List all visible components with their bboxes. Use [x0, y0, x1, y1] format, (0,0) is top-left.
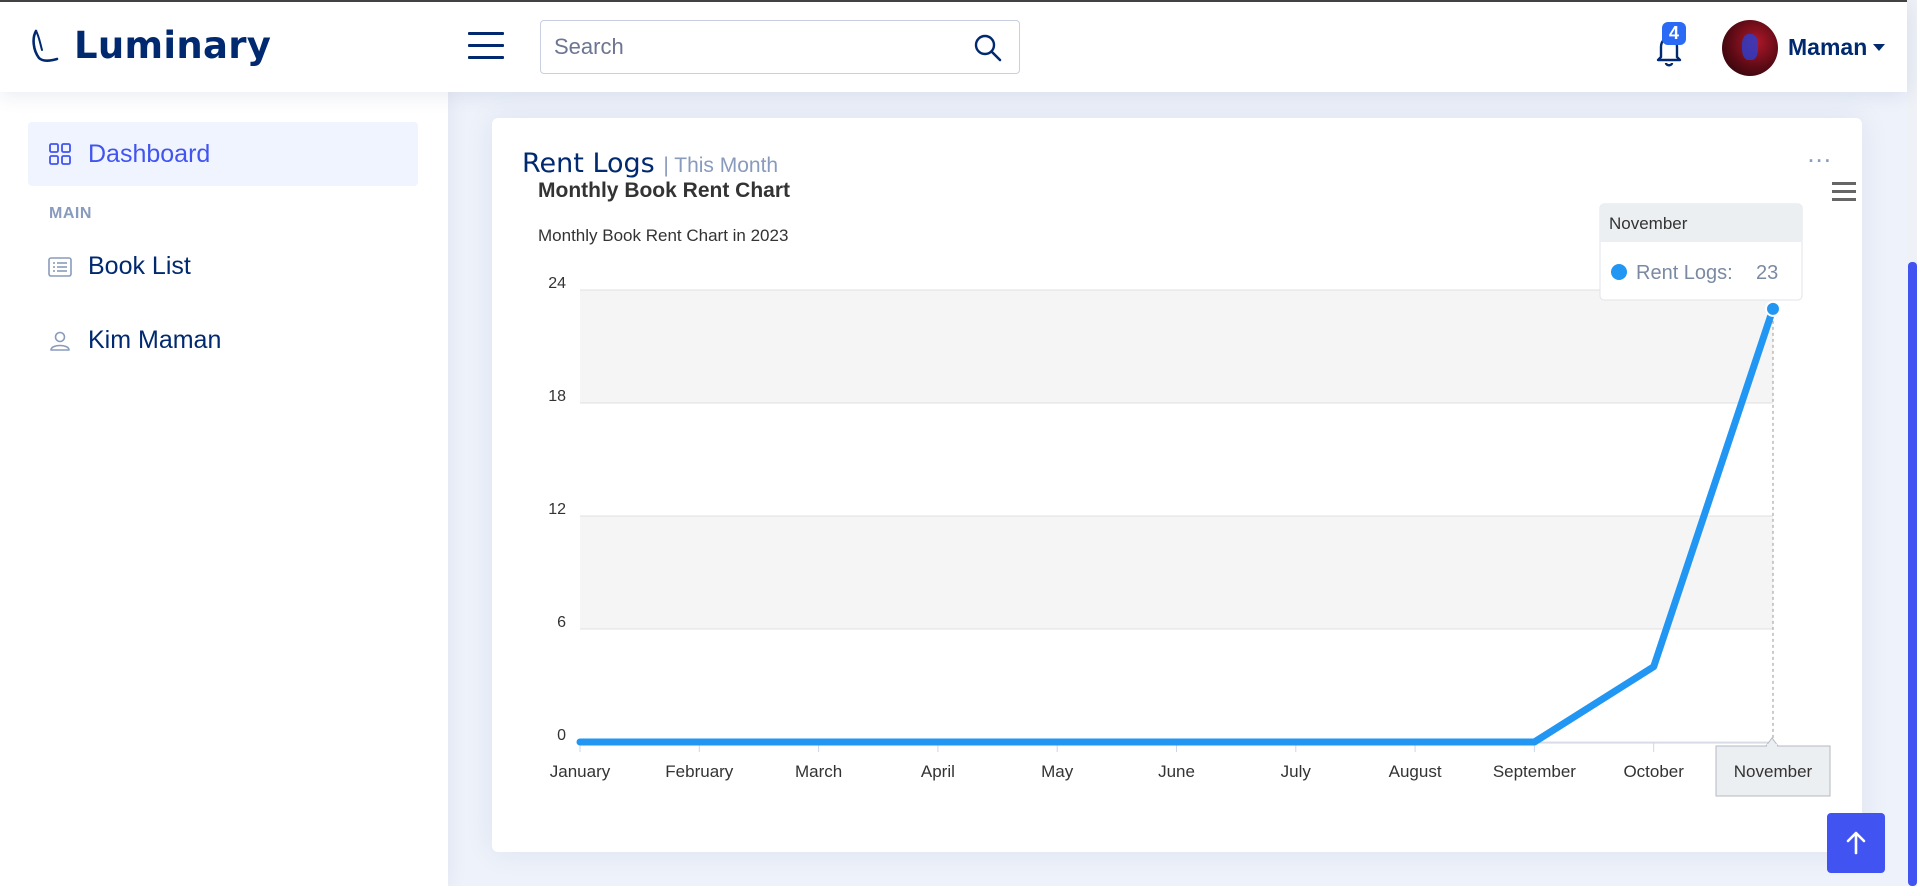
tooltip-header: November	[1609, 214, 1688, 233]
main-content: Rent Logs | This Month ... Monthly Book …	[448, 92, 1907, 886]
x-tick-label: May	[1041, 762, 1074, 781]
search-input[interactable]	[541, 21, 941, 73]
grid-icon	[49, 143, 71, 165]
x-tick-label: August	[1389, 762, 1442, 781]
x-tick-label: September	[1493, 762, 1576, 781]
logo[interactable]: Luminary	[30, 24, 271, 67]
y-tick-label: 6	[557, 614, 566, 631]
tooltip-series-marker	[1611, 264, 1627, 280]
notification-count-badge: 4	[1662, 22, 1687, 45]
rent-logs-card: Rent Logs | This Month ... Monthly Book …	[492, 118, 1862, 852]
sidebar-item-label: Book List	[88, 252, 191, 280]
arrow-up-icon	[1846, 831, 1866, 855]
sidebar-toggle-button[interactable]	[468, 32, 504, 62]
x-tick-label: June	[1158, 762, 1195, 781]
sidebar: Dashboard MAIN Book List Kim Maman	[0, 92, 448, 886]
data-point	[1765, 300, 1781, 317]
x-tick-label: April	[921, 762, 955, 781]
sidebar-item-dashboard[interactable]: Dashboard	[28, 122, 418, 186]
x-tick-label: January	[550, 762, 611, 781]
crosshair-label: November	[1715, 737, 1831, 797]
tooltip-value: 23	[1756, 262, 1778, 284]
chart-tooltip: November Rent Logs: 23	[1599, 203, 1803, 301]
grid-band	[580, 516, 1773, 629]
y-tick-label: 18	[548, 388, 566, 405]
x-tick-label: October	[1623, 762, 1684, 781]
user-menu[interactable]: Maman	[1788, 34, 1886, 61]
sidebar-item-profile[interactable]: Kim Maman	[48, 326, 221, 355]
sidebar-item-label: Dashboard	[88, 139, 211, 168]
sidebar-item-book-list[interactable]: Book List	[48, 252, 191, 281]
person-icon	[50, 331, 70, 351]
chart-subtitle: Monthly Book Rent Chart in 2023	[538, 226, 788, 245]
y-tick-label: 0	[557, 727, 566, 744]
x-tick-label: July	[1281, 762, 1312, 781]
tooltip-series-label: Rent Logs:	[1636, 262, 1733, 284]
hamburger-icon-bar	[468, 56, 504, 59]
x-tick-label: March	[795, 762, 842, 781]
header: Luminary 4 Maman	[0, 2, 1907, 92]
hamburger-icon-bar	[468, 32, 504, 35]
sidebar-section-heading: MAIN	[49, 205, 92, 222]
y-tick-label: 24	[548, 275, 566, 292]
search-bar	[540, 20, 1020, 74]
x-tick-label: February	[665, 762, 734, 781]
search-icon[interactable]	[973, 33, 1003, 63]
user-name: Maman	[1788, 34, 1868, 60]
brand-name: Luminary	[74, 24, 272, 67]
chart-menu-icon[interactable]	[1832, 182, 1856, 201]
list-icon	[48, 256, 72, 277]
back-to-top-button[interactable]	[1827, 813, 1885, 873]
scrollbar-thumb[interactable]	[1908, 262, 1917, 886]
hamburger-icon-bar	[468, 44, 504, 47]
rent-chart: Monthly Book Rent Chart Monthly Book Ren…	[538, 179, 1856, 797]
avatar[interactable]	[1722, 20, 1778, 76]
sidebar-item-label: Kim Maman	[88, 326, 222, 354]
crosshair-label-text: November	[1734, 762, 1813, 781]
logo-icon	[32, 29, 59, 62]
y-tick-label: 12	[548, 501, 566, 518]
grid-band	[580, 290, 1773, 403]
caret-down-icon	[1873, 44, 1886, 51]
chart-title: Monthly Book Rent Chart	[538, 179, 790, 202]
